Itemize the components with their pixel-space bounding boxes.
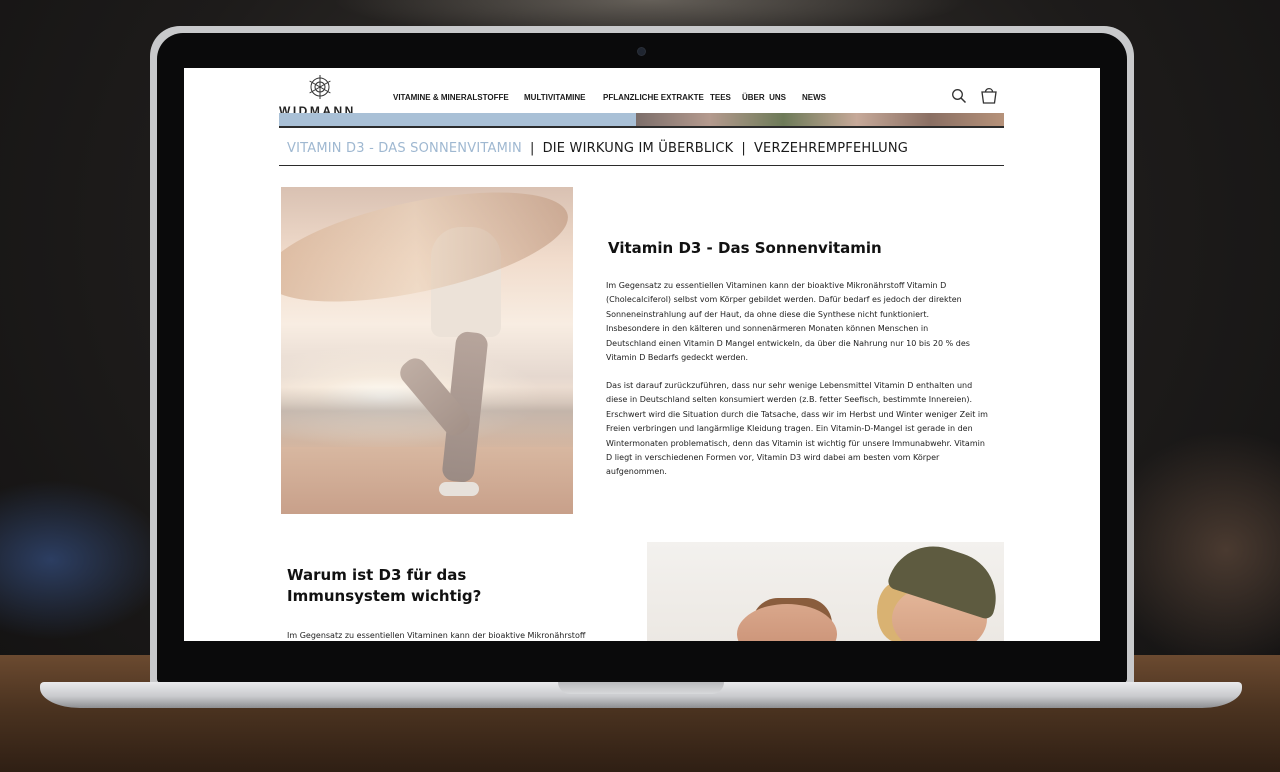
body-paragraph: Im Gegensatz zu essentiellen Vitaminen k… (606, 281, 970, 363)
nav-item-ueber-uns[interactable]: ÜBER UNS (742, 93, 786, 102)
logo-snowflake-icon (309, 75, 331, 99)
header-banner (279, 113, 1004, 126)
subnav-separator: | (741, 141, 746, 156)
section-title: Warum ist D3 für das Immunsystem wichtig… (287, 566, 482, 605)
subnav-item-verzehrempfehlung[interactable]: VERZEHREMPFEHLUNG (754, 141, 908, 156)
section-title: Vitamin D3 - Das Sonnenvitamin (608, 239, 882, 257)
subnav-separator: | (529, 141, 535, 156)
camera-icon (638, 48, 645, 55)
hero-beach-photo (281, 187, 573, 514)
laptop-notch (558, 682, 724, 694)
nav-item-vitamine-mineralstoffe[interactable]: VITAMINE & MINERALSTOFFE (393, 93, 509, 102)
photo-scarf (281, 187, 573, 324)
nav-item-news[interactable]: NEWS (802, 93, 826, 102)
subnav-item-sonnenvitamin[interactable]: VITAMIN D3 - DAS SONNENVITAMIN (287, 141, 522, 156)
photo-person (439, 482, 479, 496)
women-photo (647, 542, 1004, 641)
nav-item-pflanzliche-extrakte[interactable]: PFLANZLICHE EXTRAKTE (603, 93, 704, 102)
body-paragraph: Im Gegensatz zu essentiellen Vitaminen k… (287, 631, 586, 640)
website-screen: WIDMANN VITAMINE & MINERALSTOFFE MULTIVI… (184, 68, 1100, 641)
divider (279, 165, 1004, 166)
divider (279, 126, 1004, 128)
banner-photo (636, 113, 1004, 126)
body-paragraph: Das ist darauf zurückzuführen, dass nur … (606, 381, 988, 477)
search-icon[interactable] (951, 88, 967, 104)
background-blur-left (0, 480, 170, 640)
nav-item-tees[interactable]: TEES (710, 93, 731, 102)
cart-icon[interactable] (979, 85, 999, 105)
site-logo[interactable]: WIDMANN (279, 74, 369, 118)
nav-item-multivitamine[interactable]: MULTIVITAMINE (524, 93, 585, 102)
subnav-item-wirkung[interactable]: DIE WIRKUNG IM ÜBERBLICK (543, 141, 734, 156)
section-subnav: VITAMIN D3 - DAS SONNENVITAMIN | DIE WIRKU… (287, 141, 908, 159)
